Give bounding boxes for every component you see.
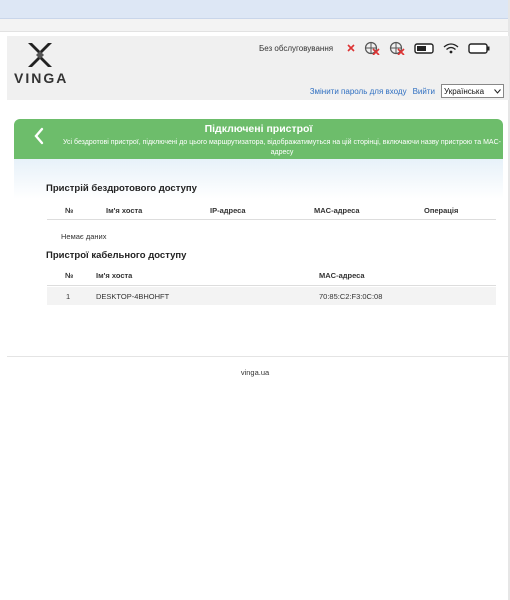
language-selected: Українська: [444, 86, 485, 96]
service-status: Без обслуговування: [259, 44, 334, 53]
close-icon[interactable]: [347, 44, 355, 52]
wired-row-no: 1: [66, 292, 71, 301]
browser-sub-bar: [0, 19, 510, 32]
page-banner: Підключені пристрої Усі бездротові прист…: [14, 119, 503, 159]
browser-top-bar: [0, 0, 510, 19]
header: VINGA Без обслуговування Змінити пароль …: [7, 36, 509, 100]
wired-col-host: Ім'я хоста: [96, 271, 133, 280]
page-description: Усі бездротові пристрої, підключені до ц…: [63, 139, 501, 156]
wireless-col-host: Ім'я хоста: [106, 206, 143, 215]
footer-link[interactable]: vinga.ua: [0, 368, 510, 377]
footer-divider: [7, 356, 509, 357]
sim-icon: [414, 42, 434, 54]
vinga-logo-icon: [28, 43, 52, 67]
wired-col-mac: MAC-адреса: [319, 271, 365, 280]
wifi-icon: [443, 42, 459, 54]
logout-link[interactable]: Вийти: [413, 87, 435, 96]
no-network-icon: [389, 41, 405, 55]
header-links: Змінити пароль для входу Вийти Українськ…: [310, 84, 504, 98]
change-password-link[interactable]: Змінити пароль для входу: [310, 87, 407, 96]
wireless-col-ip: IP-адреса: [210, 206, 246, 215]
status-icons: [347, 41, 499, 55]
language-select[interactable]: Українська: [441, 84, 504, 98]
wireless-section-title: Пристрій бездротового доступу: [46, 183, 197, 194]
wired-row-host: DESKTOP-4BHOHFT: [96, 292, 170, 301]
wireless-col-no: №: [65, 206, 74, 215]
wireless-col-operation: Операція: [424, 206, 459, 215]
wireless-header-divider: [47, 219, 496, 220]
brand-name: VINGA: [14, 70, 69, 86]
wired-section-title: Пристрої кабельного доступу: [46, 250, 187, 261]
wired-col-no: №: [65, 271, 74, 280]
chevron-down-icon: [494, 88, 501, 94]
no-internet-icon: [364, 41, 380, 55]
wireless-empty-text: Немає даних: [61, 232, 107, 241]
wired-header-divider: [47, 285, 496, 286]
wired-row-mac: 70:85:C2:F3:0C:08: [319, 292, 383, 301]
battery-icon: [468, 42, 490, 54]
page-title: Підключені пристрої: [204, 123, 313, 135]
wireless-col-mac: MAC-адреса: [314, 206, 360, 215]
